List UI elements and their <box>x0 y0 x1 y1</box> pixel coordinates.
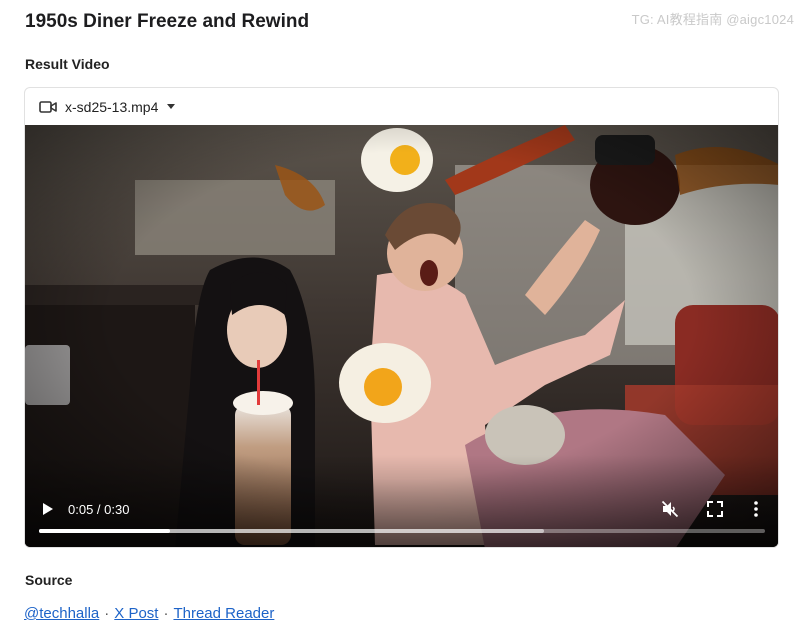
time-display: 0:05 / 0:30 <box>68 502 130 517</box>
page-title: 1950s Diner Freeze and Rewind <box>25 11 310 32</box>
video-camera-icon <box>39 100 57 113</box>
file-name: x-sd25-13.mp4 <box>65 98 159 115</box>
fullscreen-icon[interactable] <box>706 500 724 518</box>
play-icon[interactable] <box>39 501 55 517</box>
progress-bar[interactable] <box>39 529 765 533</box>
link-separator: · <box>104 605 110 622</box>
file-selector[interactable]: x-sd25-13.mp4 <box>25 88 778 125</box>
video-card: x-sd25-13.mp4 0:05 / 0:30 <box>24 87 779 548</box>
watermark: TG: AI教程指南 @aigc1024 <box>631 12 794 27</box>
link-separator: · <box>163 605 169 622</box>
volume-off-icon[interactable] <box>661 500 679 518</box>
result-video-heading: Result Video <box>25 56 110 72</box>
video-controls: 0:05 / 0:30 <box>25 479 778 547</box>
link-thread-reader[interactable]: Thread Reader <box>173 605 274 622</box>
link-techhalla[interactable]: @techhalla <box>24 605 99 622</box>
link-x-post[interactable]: X Post <box>114 605 158 622</box>
video-player[interactable]: 0:05 / 0:30 <box>25 125 778 547</box>
source-links: @techhalla · X Post · Thread Reader <box>24 605 274 622</box>
more-vert-icon[interactable] <box>752 500 760 518</box>
source-heading: Source <box>25 572 73 588</box>
chevron-down-icon <box>167 104 176 109</box>
progress-played <box>39 529 170 533</box>
